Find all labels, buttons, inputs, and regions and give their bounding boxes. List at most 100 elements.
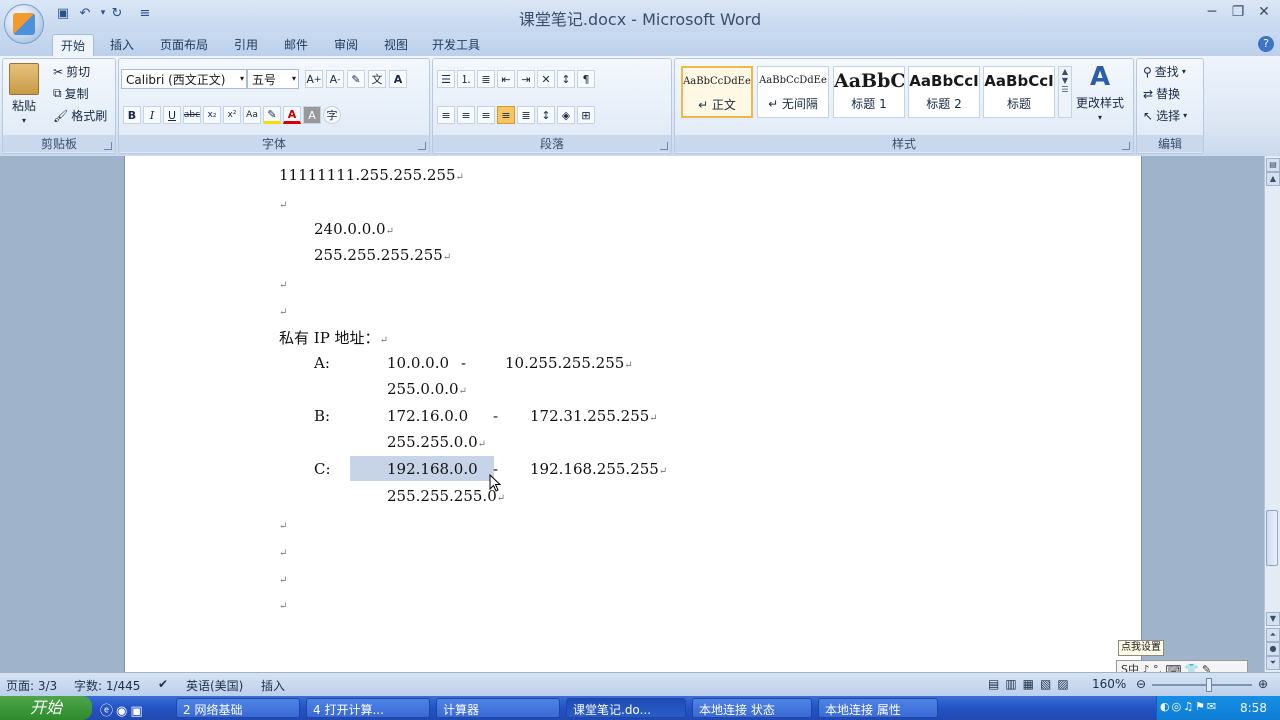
taskbar-item[interactable]: 本地连接 属性	[818, 698, 938, 718]
paste-button[interactable]: 粘贴 ▾	[9, 63, 39, 125]
tab-review[interactable]: 审阅	[326, 34, 366, 56]
vertical-scrollbar[interactable]: ▤ ▲ ▼ ⏶ ● ⏷	[1264, 156, 1280, 672]
doc-line[interactable]: 11111111.255.255.255↵	[279, 166, 464, 184]
range-end[interactable]: 10.255.255.255↵	[505, 354, 633, 372]
style-normal[interactable]: AaBbCcDdEe ↵ 正文	[681, 66, 753, 118]
quick-launch-icons[interactable]: ⓔ◉▣	[100, 700, 146, 719]
close-button[interactable]: ✕	[1252, 4, 1276, 22]
doc-empty-line[interactable]: ↵	[279, 542, 287, 560]
word-count[interactable]: 字数: 1/445	[74, 677, 140, 694]
next-page-icon[interactable]: ⏷	[1266, 656, 1280, 670]
styles-scroll[interactable]: ▲ ▼ ☰	[1058, 66, 1072, 118]
tab-insert[interactable]: 插入	[102, 34, 142, 56]
start-button[interactable]: 开始	[0, 696, 92, 720]
insert-mode[interactable]: 插入	[261, 677, 285, 694]
replace-button[interactable]: ⇄ 替换	[1143, 85, 1180, 102]
range-dash[interactable]: -	[461, 354, 466, 372]
prev-page-icon[interactable]: ⏶	[1266, 628, 1280, 642]
doc-empty-line[interactable]: ↵	[279, 301, 287, 319]
align-center-icon[interactable]: ≡	[457, 106, 475, 124]
highlight-icon[interactable]: ✎	[263, 106, 281, 124]
cut-button[interactable]: ✂ 剪切	[53, 63, 90, 80]
change-case-icon[interactable]: Aa	[243, 106, 261, 124]
phonetic-guide-icon[interactable]: 文	[368, 70, 386, 88]
doc-empty-line[interactable]: ↵	[279, 595, 287, 613]
style-heading-2[interactable]: AaBbCcI 标题 2	[908, 66, 980, 118]
distributed-icon[interactable]: ≣	[517, 106, 535, 124]
tray-icons[interactable]: ◐◎♫⚑✉	[1160, 700, 1218, 713]
clock[interactable]: 8:58	[1240, 701, 1267, 715]
taskbar-item[interactable]: 计算器	[436, 698, 560, 718]
strikethrough-icon[interactable]: abc	[183, 106, 201, 124]
grow-font-icon[interactable]: A +	[305, 70, 323, 88]
justify-icon[interactable]: ≡	[497, 106, 515, 124]
font-launcher-icon[interactable]	[418, 142, 426, 150]
numbering-icon[interactable]: ⒈	[457, 70, 475, 88]
italic-icon[interactable]: I	[143, 106, 161, 124]
zoom-level[interactable]: 160%	[1092, 677, 1126, 691]
tab-developer[interactable]: 开发工具	[424, 34, 488, 56]
tab-references[interactable]: 引用	[226, 34, 266, 56]
tab-home[interactable]: 开始	[52, 34, 95, 56]
clear-format-icon[interactable]: ✎	[347, 70, 365, 88]
doc-empty-line[interactable]: ↵	[279, 515, 287, 533]
page-count[interactable]: 页面: 3/3	[6, 677, 57, 694]
decrease-indent-icon[interactable]: ⇤	[497, 70, 515, 88]
sort-icon[interactable]: ↕	[557, 70, 575, 88]
font-name-select[interactable]: Calibri (西文正文) ▾	[121, 69, 247, 89]
tab-view[interactable]: 视图	[376, 34, 416, 56]
taskbar-item[interactable]: 2 网络基础	[176, 698, 300, 718]
doc-empty-line[interactable]: ↵	[279, 274, 287, 292]
font-color-icon[interactable]: A	[283, 106, 301, 124]
show-marks-icon[interactable]: ¶	[577, 70, 595, 88]
char-shading-icon[interactable]: A	[303, 106, 321, 124]
maximize-button[interactable]: ❐	[1226, 4, 1250, 22]
tab-page-layout[interactable]: 页面布局	[152, 34, 216, 56]
minimize-button[interactable]: ─	[1200, 4, 1224, 22]
range-start[interactable]: 192.168.0.0	[387, 460, 478, 478]
zoom-slider[interactable]	[1152, 684, 1252, 686]
increase-indent-icon[interactable]: ⇥	[517, 70, 535, 88]
doc-empty-line[interactable]: ↵	[279, 569, 287, 587]
bullets-icon[interactable]: ☰	[437, 70, 455, 88]
copy-button[interactable]: ⧉ 复制	[53, 85, 89, 102]
select-button[interactable]: ↖ 选择 ▾	[1143, 107, 1187, 124]
change-styles-button[interactable]: A 更改样式 ▾	[1076, 62, 1124, 122]
taskbar-item-active[interactable]: 课堂笔记.do...	[566, 698, 686, 718]
ruler-toggle-icon[interactable]: ▤	[1266, 158, 1280, 172]
paragraph-launcher-icon[interactable]	[660, 142, 668, 150]
font-size-select[interactable]: 五号 ▾	[247, 69, 299, 89]
class-label[interactable]: A:	[314, 354, 330, 372]
enclose-char-icon[interactable]: 字	[323, 106, 341, 124]
range-end[interactable]: 192.168.255.255↵	[530, 460, 667, 478]
scroll-up-icon[interactable]: ▲	[1266, 172, 1280, 186]
subnet-mask[interactable]: 255.255.0.0↵	[387, 433, 486, 451]
zoom-in-icon[interactable]: ⊕	[1258, 677, 1268, 691]
class-label[interactable]: C:	[314, 460, 331, 478]
range-start[interactable]: 172.16.0.0	[387, 407, 468, 425]
zoom-slider-thumb[interactable]	[1206, 678, 1212, 692]
shading-icon[interactable]: ◈	[557, 106, 575, 124]
subnet-mask[interactable]: 255.255.255.0↵	[387, 487, 505, 505]
class-label[interactable]: B:	[314, 407, 330, 425]
multilevel-list-icon[interactable]: ≣	[477, 70, 495, 88]
line-spacing-icon[interactable]: ↕	[537, 106, 555, 124]
style-no-spacing[interactable]: AaBbCcDdEe ↵ 无间隔	[757, 66, 829, 118]
align-left-icon[interactable]: ≡	[437, 106, 455, 124]
shrink-font-icon[interactable]: A-	[326, 70, 344, 88]
clipboard-launcher-icon[interactable]	[104, 142, 112, 150]
range-end[interactable]: 172.31.255.255↵	[530, 407, 658, 425]
tab-mailings[interactable]: 邮件	[276, 34, 316, 56]
style-title[interactable]: AaBbCcI 标题	[983, 66, 1055, 118]
format-painter-button[interactable]: 🖌 格式刷	[53, 107, 107, 124]
superscript-icon[interactable]: x²	[223, 106, 241, 124]
range-dash[interactable]: -	[493, 407, 498, 425]
doc-heading[interactable]: 私有 IP 地址：↵	[279, 327, 388, 348]
language[interactable]: 英语(美国)	[186, 677, 243, 694]
view-buttons[interactable]: ▤▥▦▧▨	[988, 677, 1075, 691]
styles-launcher-icon[interactable]	[1122, 142, 1130, 150]
align-right-icon[interactable]: ≡	[477, 106, 495, 124]
subnet-mask[interactable]: 255.0.0.0↵	[387, 380, 467, 398]
browse-object-icon[interactable]: ●	[1266, 642, 1280, 656]
scrollbar-thumb[interactable]	[1266, 510, 1278, 566]
